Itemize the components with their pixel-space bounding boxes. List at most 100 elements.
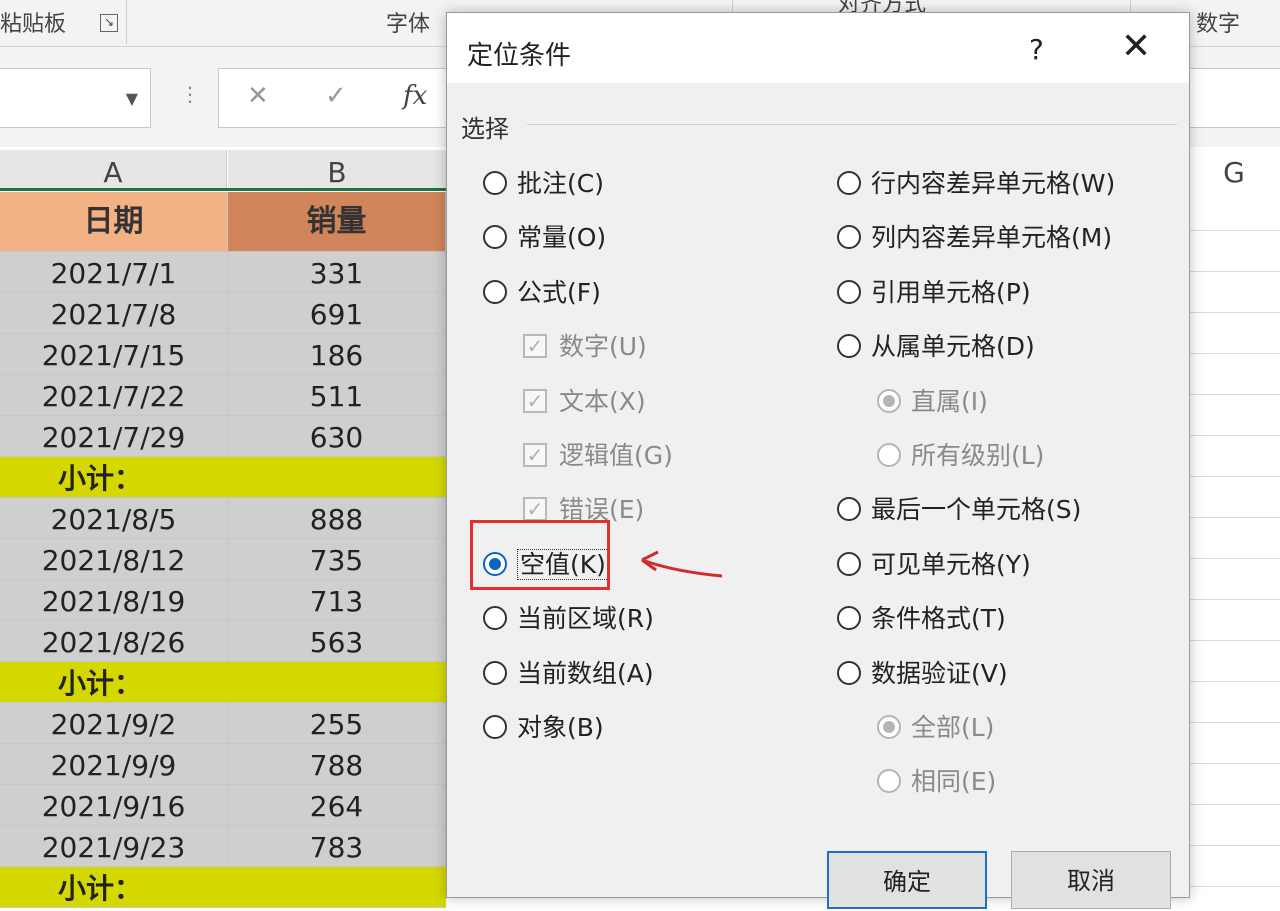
table-cell-sales[interactable]: 186 <box>228 334 446 375</box>
radio-icon[interactable] <box>483 280 507 304</box>
option-right-9[interactable]: 数据验证(V) <box>837 657 1008 691</box>
radio-icon[interactable] <box>483 225 507 249</box>
table-cell-sales[interactable]: 255 <box>228 703 446 744</box>
option-right-0[interactable]: 行内容差异单元格(W) <box>837 167 1115 201</box>
table-cell-date[interactable]: 2021/7/1 <box>0 252 228 293</box>
option-left-0[interactable]: 批注(C) <box>483 167 604 201</box>
option-label: 当前数组(A) <box>517 659 654 688</box>
cancel-button[interactable]: 取消 <box>1011 851 1171 909</box>
table-cell-date[interactable]: 2021/7/22 <box>0 375 228 416</box>
column-header-b[interactable]: B <box>228 150 447 191</box>
option-label: 最后一个单元格(S) <box>871 495 1082 524</box>
option-right-6[interactable]: 最后一个单元格(S) <box>837 493 1081 527</box>
close-button[interactable]: ✕ <box>1121 27 1151 67</box>
radio-icon <box>877 443 901 467</box>
table-cell-sales[interactable]: 713 <box>228 580 446 621</box>
table-header-date[interactable]: 日期 <box>0 192 228 252</box>
chevron-down-icon[interactable]: ▼ <box>126 89 138 108</box>
ribbon-group-font: 字体 <box>386 12 431 37</box>
option-label: 数字(U) <box>559 332 647 361</box>
highlight-box <box>470 520 610 590</box>
option-left-4: ✓ 文本(X) <box>523 385 646 419</box>
option-left-8[interactable]: 当前区域(R) <box>483 602 654 636</box>
more-icon[interactable]: ⋮ <box>180 82 200 106</box>
x-icon[interactable]: ✕ <box>247 81 269 111</box>
table-cell-sales[interactable]: 888 <box>228 498 446 539</box>
radio-icon[interactable] <box>837 661 861 685</box>
subtotal-row[interactable]: 小计： <box>0 867 446 908</box>
table-cell-date[interactable]: 2021/9/23 <box>0 826 228 867</box>
fx-icon[interactable]: fx <box>403 81 427 111</box>
option-right-1[interactable]: 列内容差异单元格(M) <box>837 221 1112 255</box>
check-icon[interactable]: ✓ <box>325 81 347 111</box>
table-cell-date[interactable]: 2021/8/5 <box>0 498 228 539</box>
subtotal-row[interactable]: 小计： <box>0 457 446 498</box>
arrow-icon <box>641 550 723 578</box>
option-left-10[interactable]: 对象(B) <box>483 711 604 745</box>
grid-column-g <box>1188 190 1280 896</box>
option-right-4: 直属(I) <box>877 385 988 419</box>
table-cell-date[interactable]: 2021/7/29 <box>0 416 228 457</box>
table-cell-date[interactable]: 2021/9/9 <box>0 744 228 785</box>
option-right-8[interactable]: 条件格式(T) <box>837 602 1006 636</box>
table-cell-sales[interactable]: 264 <box>228 785 446 826</box>
table-header-sales[interactable]: 销量 <box>228 192 446 252</box>
table-cell-date[interactable]: 2021/9/2 <box>0 703 228 744</box>
option-label: 文本(X) <box>559 387 646 416</box>
option-right-5: 所有级别(L) <box>877 439 1044 473</box>
table-cell-date[interactable]: 2021/9/16 <box>0 785 228 826</box>
radio-icon[interactable] <box>837 171 861 195</box>
radio-icon[interactable] <box>837 225 861 249</box>
subtotal-row[interactable]: 小计： <box>0 662 446 703</box>
option-left-9[interactable]: 当前数组(A) <box>483 657 654 691</box>
option-label: 引用单元格(P) <box>871 278 1031 307</box>
table-cell-sales[interactable]: 331 <box>228 252 446 293</box>
column-header-a[interactable]: A <box>0 150 227 191</box>
option-label: 列内容差异单元格(M) <box>871 223 1113 252</box>
option-label: 可见单元格(Y) <box>871 550 1031 579</box>
dialog-launcher-icon[interactable]: ↘ <box>100 14 118 32</box>
option-label: 常量(O) <box>517 223 607 252</box>
option-right-3[interactable]: 从属单元格(D) <box>837 330 1035 364</box>
radio-icon[interactable] <box>483 715 507 739</box>
radio-icon[interactable] <box>837 497 861 521</box>
table-cell-sales[interactable]: 788 <box>228 744 446 785</box>
ribbon-group-clipboard: 粘贴板 <box>0 12 67 37</box>
ribbon-separator <box>126 0 127 44</box>
option-label: 逻辑值(G) <box>559 441 673 470</box>
option-left-2[interactable]: 公式(F) <box>483 276 601 310</box>
help-button[interactable]: ? <box>1029 33 1044 66</box>
table-cell-sales[interactable]: 691 <box>228 293 446 334</box>
table-cell-sales[interactable]: 511 <box>228 375 446 416</box>
radio-icon[interactable] <box>483 661 507 685</box>
table-cell-sales[interactable]: 563 <box>228 621 446 662</box>
radio-icon[interactable] <box>837 552 861 576</box>
radio-icon[interactable] <box>483 606 507 630</box>
ok-button[interactable]: 确定 <box>827 851 987 909</box>
option-label: 行内容差异单元格(W) <box>871 169 1116 198</box>
option-right-2[interactable]: 引用单元格(P) <box>837 276 1031 310</box>
radio-icon[interactable] <box>837 606 861 630</box>
checkbox-icon: ✓ <box>523 334 547 358</box>
radio-selected-icon <box>877 389 901 413</box>
table-cell-date[interactable]: 2021/8/12 <box>0 539 228 580</box>
dialog-titlebar: 定位条件 ? ✕ <box>447 13 1189 83</box>
radio-icon[interactable] <box>837 334 861 358</box>
table-cell-sales[interactable]: 630 <box>228 416 446 457</box>
checkbox-icon: ✓ <box>523 443 547 467</box>
table-cell-sales[interactable]: 783 <box>228 826 446 867</box>
table-cell-date[interactable]: 2021/8/19 <box>0 580 228 621</box>
column-header-g[interactable]: G <box>1188 150 1280 191</box>
option-right-7[interactable]: 可见单元格(Y) <box>837 548 1031 582</box>
table-cell-sales[interactable]: 735 <box>228 539 446 580</box>
table-cell-date[interactable]: 2021/8/26 <box>0 621 228 662</box>
name-box[interactable]: ▼ <box>0 68 151 128</box>
table-cell-date[interactable]: 2021/7/15 <box>0 334 228 375</box>
table-cell-date[interactable]: 2021/7/8 <box>0 293 228 334</box>
checkbox-icon: ✓ <box>523 497 547 521</box>
option-label: 相同(E) <box>911 767 997 796</box>
radio-icon[interactable] <box>837 280 861 304</box>
option-left-1[interactable]: 常量(O) <box>483 221 606 255</box>
radio-icon[interactable] <box>483 171 507 195</box>
option-label: 批注(C) <box>517 169 604 198</box>
